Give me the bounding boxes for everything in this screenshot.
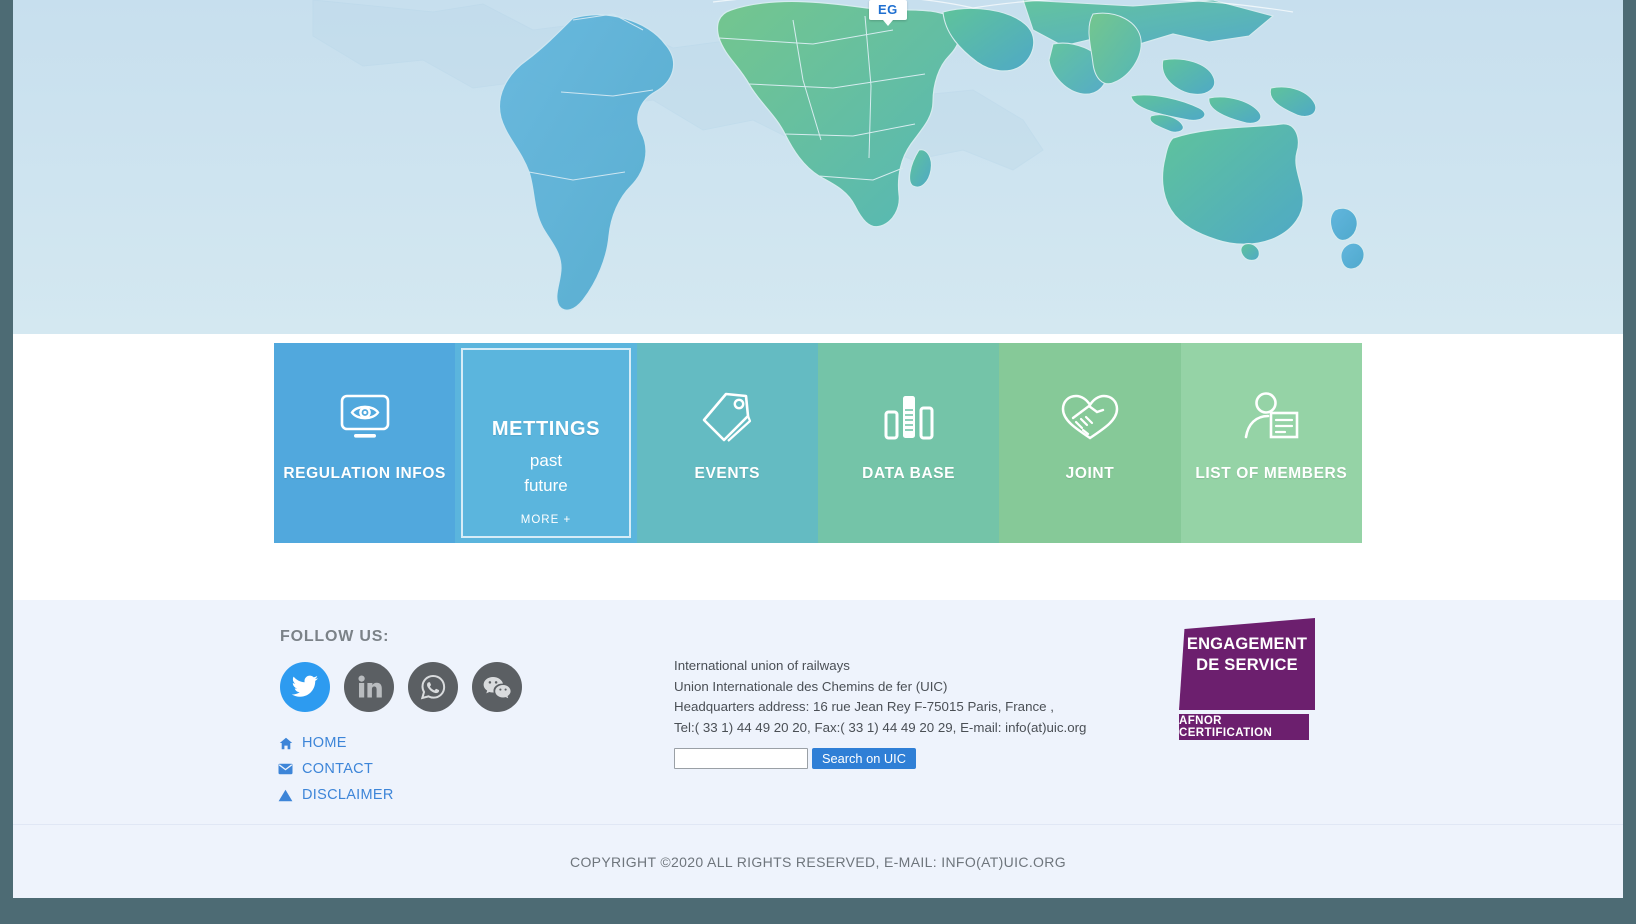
afnor-certification-bar: AFNOR CERTIFICATION <box>1179 714 1309 740</box>
whatsapp-icon[interactable] <box>408 662 458 712</box>
footer-link-label: CONTACT <box>302 761 374 777</box>
tag-icon <box>700 389 754 445</box>
person-list-icon <box>1242 389 1300 445</box>
bar-chart-icon <box>882 389 936 445</box>
eye-monitor-icon <box>337 389 393 445</box>
footer-link-contact[interactable]: CONTACT <box>278 756 394 782</box>
social-links <box>280 662 522 712</box>
afnor-certification-badge: ENGAGEMENT DE SERVICE AFNOR CERTIFICATIO… <box>1179 618 1315 740</box>
copyright-bar: COPYRIGHT ©2020 ALL RIGHTS RESERVED, E-M… <box>13 824 1623 898</box>
site-footer: FOLLOW US: HOME CONTACT DISCLAIMER Inter… <box>13 600 1623 824</box>
warning-triangle-icon <box>278 788 293 803</box>
tile-label: LIST OF MEMBERS <box>1195 465 1348 482</box>
footer-link-label: DISCLAIMER <box>302 787 394 803</box>
tile-label: EVENTS <box>694 465 761 482</box>
tile-mettings[interactable]: METTINGS past future MORE + <box>455 343 637 543</box>
tile-label: REGULATION INFOS <box>283 465 446 482</box>
tile-more-link[interactable]: MORE + <box>521 514 571 526</box>
page-root: EG REGULATION INFOS METTINGS past future… <box>13 0 1623 898</box>
world-map-svg <box>13 0 1623 334</box>
tile-joint[interactable]: JOINT <box>999 343 1181 543</box>
search-on-uic-button[interactable]: Search on UIC <box>812 748 916 769</box>
tile-label: JOINT <box>1065 465 1115 482</box>
tile-subline-past[interactable]: past <box>530 450 562 473</box>
organisation-address: International union of railways Union In… <box>674 656 1104 738</box>
tile-list-of-members[interactable]: LIST OF MEMBERS <box>1180 343 1362 543</box>
tile-label: METTINGS <box>491 418 601 441</box>
follow-us-heading: FOLLOW US: <box>280 628 390 645</box>
quick-links-tiles: REGULATION INFOS METTINGS past future MO… <box>274 343 1362 543</box>
address-line: Headquarters address: 16 rue Jean Rey F-… <box>674 699 1054 714</box>
copyright-text: COPYRIGHT ©2020 ALL RIGHTS RESERVED, E-M… <box>569 853 1066 870</box>
wechat-icon[interactable] <box>472 662 522 712</box>
footer-link-label: HOME <box>302 735 347 751</box>
afnor-line-2: DE SERVICE <box>1196 656 1298 674</box>
tile-label: DATA BASE <box>862 465 956 482</box>
footer-links: HOME CONTACT DISCLAIMER <box>278 730 394 808</box>
search-input[interactable] <box>674 748 808 769</box>
tile-frame-decoration <box>461 348 631 538</box>
tile-subline-future[interactable]: future <box>524 475 567 498</box>
address-line: International union of railways <box>674 658 850 673</box>
address-line: Union Internationale des Chemins de fer … <box>674 678 948 694</box>
twitter-icon[interactable] <box>280 662 330 712</box>
afnor-shield: ENGAGEMENT DE SERVICE <box>1179 618 1315 710</box>
footer-content: FOLLOW US: HOME CONTACT DISCLAIMER Inter… <box>274 600 1362 824</box>
footer-link-home[interactable]: HOME <box>278 730 394 756</box>
handshake-heart-icon <box>1059 389 1121 445</box>
footer-link-disclaimer[interactable]: DISCLAIMER <box>278 782 394 808</box>
envelope-icon <box>278 762 293 777</box>
world-map-banner[interactable]: EG <box>13 0 1623 334</box>
linkedin-icon[interactable] <box>344 662 394 712</box>
site-search: Search on UIC <box>674 748 916 769</box>
home-icon <box>278 736 293 751</box>
tile-regulation-infos[interactable]: REGULATION INFOS <box>274 343 456 543</box>
tile-events[interactable]: EVENTS <box>636 343 818 543</box>
quick-links-section: REGULATION INFOS METTINGS past future MO… <box>13 334 1623 600</box>
address-line: Tel:( 33 1) 44 49 20 20, Fax:( 33 1) 44 … <box>674 719 1087 735</box>
map-country-tooltip-eg[interactable]: EG <box>869 0 907 26</box>
afnor-line-1: ENGAGEMENT <box>1186 635 1308 653</box>
tile-data-base[interactable]: DATA BASE <box>817 343 1000 543</box>
